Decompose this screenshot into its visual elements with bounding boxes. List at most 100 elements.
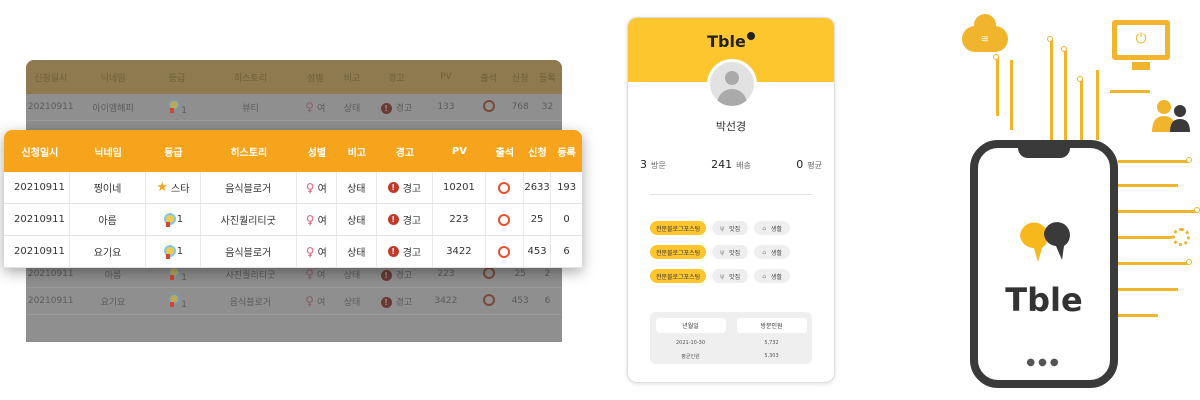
tag-life[interactable]: ⌂ 생활	[754, 269, 791, 283]
tag-life[interactable]: ⌂ 생활	[754, 221, 791, 235]
monitor-stand	[1132, 62, 1150, 70]
circuit-node	[1061, 46, 1067, 52]
gender-value: 여	[317, 104, 326, 114]
nickname-cell[interactable]: 찡이네	[70, 172, 147, 203]
logo-text: Tble	[707, 32, 746, 51]
circuit-node	[1186, 157, 1192, 163]
warning-icon: !	[387, 214, 399, 225]
nickname-cell: 요기요	[100, 297, 126, 308]
warning-value: 경고	[402, 216, 422, 227]
visit-header-date: 년월일	[655, 318, 726, 333]
column-header-history[interactable]: 히스토리	[201, 144, 297, 159]
column-header-note[interactable]: 비고	[337, 144, 377, 159]
attendance-cell[interactable]	[486, 204, 524, 235]
column-header-register[interactable]: 등록	[551, 144, 582, 159]
gear-icon	[1172, 228, 1190, 246]
avatar-body-shape	[717, 89, 747, 106]
profile-stats: 3 방문 241 배송 0 평균	[640, 158, 822, 171]
attendance-circle-icon	[482, 293, 495, 306]
monitor-power-icon: ⏻	[1112, 20, 1170, 60]
gender-value: 여	[317, 271, 326, 281]
pv-cell: 223	[437, 269, 455, 279]
column-header-warning[interactable]: 경고	[377, 144, 433, 159]
avatar[interactable]	[707, 59, 757, 109]
avatar-head-shape	[725, 71, 739, 85]
column-header-apply[interactable]: 신청	[524, 144, 551, 159]
tag-main[interactable]: 전문블로그포스팅	[650, 221, 707, 235]
grade-cell: 1	[146, 236, 201, 267]
visit-count: 5,732	[764, 340, 779, 346]
warning-icon: !	[387, 246, 399, 257]
tag-food[interactable]: ψ 맛집	[712, 221, 749, 235]
history-cell: 음식블로거	[201, 236, 297, 267]
attendance-cell[interactable]	[486, 172, 524, 203]
background-table-header: 신청일시 닉네임 등급 히스토리 성별 비고 경고 PV 출석 신청 등록	[26, 60, 562, 94]
tag-main[interactable]: 전문블로그포스팅	[650, 269, 707, 283]
gender-value: 여	[317, 298, 326, 308]
divider	[650, 194, 812, 195]
register-cell: 6	[544, 296, 551, 306]
column-header-date[interactable]: 신청일시	[10, 144, 70, 159]
circuit-line	[1118, 160, 1188, 163]
column-header-pv[interactable]: PV	[433, 146, 486, 157]
promo-stage: 신청일시 닉네임 등급 히스토리 성별 비고 경고 PV 출석 신청 등록 20…	[0, 0, 1200, 400]
smartphone: Tble ●●●	[970, 140, 1118, 388]
medal-icon	[163, 212, 176, 227]
pv-cell: 10201	[433, 172, 486, 203]
tag-main[interactable]: 전문블로그포스팅	[650, 245, 707, 259]
note-cell[interactable]: 상태	[337, 172, 377, 203]
tag-food[interactable]: ψ 맛집	[712, 245, 749, 259]
warning-cell[interactable]: ! 경고	[377, 236, 434, 267]
warning-cell: ! 경고	[371, 268, 422, 281]
apply-cell: 25	[514, 269, 526, 279]
table-row[interactable]: 20210911 찡이네 ★ 스타 음식블로거 ♀ 여 상태 ! 경고 10201 2…	[4, 172, 582, 204]
grade-value: 스타	[171, 184, 190, 195]
nickname-cell[interactable]: 요기요	[70, 236, 147, 267]
grade-value: 1	[181, 272, 187, 283]
visit-date: 2021-10-30	[675, 340, 706, 346]
apply-cell: 25	[524, 204, 552, 235]
column-header-gender[interactable]: 성별	[297, 144, 337, 159]
circuit-line	[1064, 50, 1067, 140]
power-glyph: ⏻	[1135, 31, 1147, 47]
tag-food[interactable]: ψ 맛집	[712, 269, 749, 283]
home-icon: ⌂	[762, 224, 766, 232]
table-row[interactable]: 20210911 요기요 1 음식블로거 ♀ 여 상태 ! 경고 3422 453 …	[4, 236, 582, 268]
warning-value: 경고	[395, 270, 413, 281]
warning-cell: ! 경고	[371, 295, 422, 308]
register-cell: 193	[557, 182, 577, 193]
history-cell: 뷰티	[242, 103, 259, 114]
note-cell[interactable]: 상태	[337, 204, 377, 235]
fork-icon: ψ	[720, 224, 725, 232]
tble-logo: Tble	[628, 32, 834, 51]
attendance-cell[interactable]	[486, 236, 524, 267]
circuit-node	[1194, 207, 1200, 213]
circuit-line	[1118, 184, 1178, 187]
tag-life[interactable]: ⌂ 생활	[754, 245, 791, 259]
warning-cell[interactable]: ! 경고	[377, 204, 434, 235]
nickname-cell[interactable]: 아름	[70, 204, 147, 235]
cloud-wifi-icon: ≋	[962, 14, 1008, 52]
attendance-cell	[470, 293, 508, 309]
circuit-line	[1118, 262, 1188, 265]
tag-label: 맛집	[729, 273, 741, 281]
circuit-node	[1077, 76, 1083, 82]
table-row: 20210911 아이엠해피 1 뷰티 ♀ 여 상태 ! 경고 133 768 32	[26, 94, 562, 121]
female-icon: ♀	[305, 267, 315, 281]
warning-cell[interactable]: ! 경고	[377, 172, 434, 203]
register-cell: 2	[544, 269, 551, 279]
logo-badge-icon	[746, 32, 755, 40]
female-icon: ♀	[305, 294, 315, 308]
users-icon	[1152, 100, 1190, 132]
female-icon: ♀	[305, 100, 315, 114]
circuit-node	[1186, 259, 1192, 265]
column-header-nickname[interactable]: 닉네임	[70, 144, 146, 159]
note-cell[interactable]: 상태	[337, 236, 377, 267]
tag-label: 맛집	[729, 249, 741, 257]
column-header-attendance[interactable]: 출석	[486, 144, 524, 159]
circuit-node	[993, 54, 999, 60]
table-row[interactable]: 20210911 아름 1 사진퀄리티굿 ♀ 여 상태 ! 경고 223 25 0	[4, 204, 582, 236]
register-cell: 6	[563, 246, 570, 257]
grade-value: 1	[176, 246, 184, 257]
column-header-grade[interactable]: 등급	[146, 144, 200, 159]
